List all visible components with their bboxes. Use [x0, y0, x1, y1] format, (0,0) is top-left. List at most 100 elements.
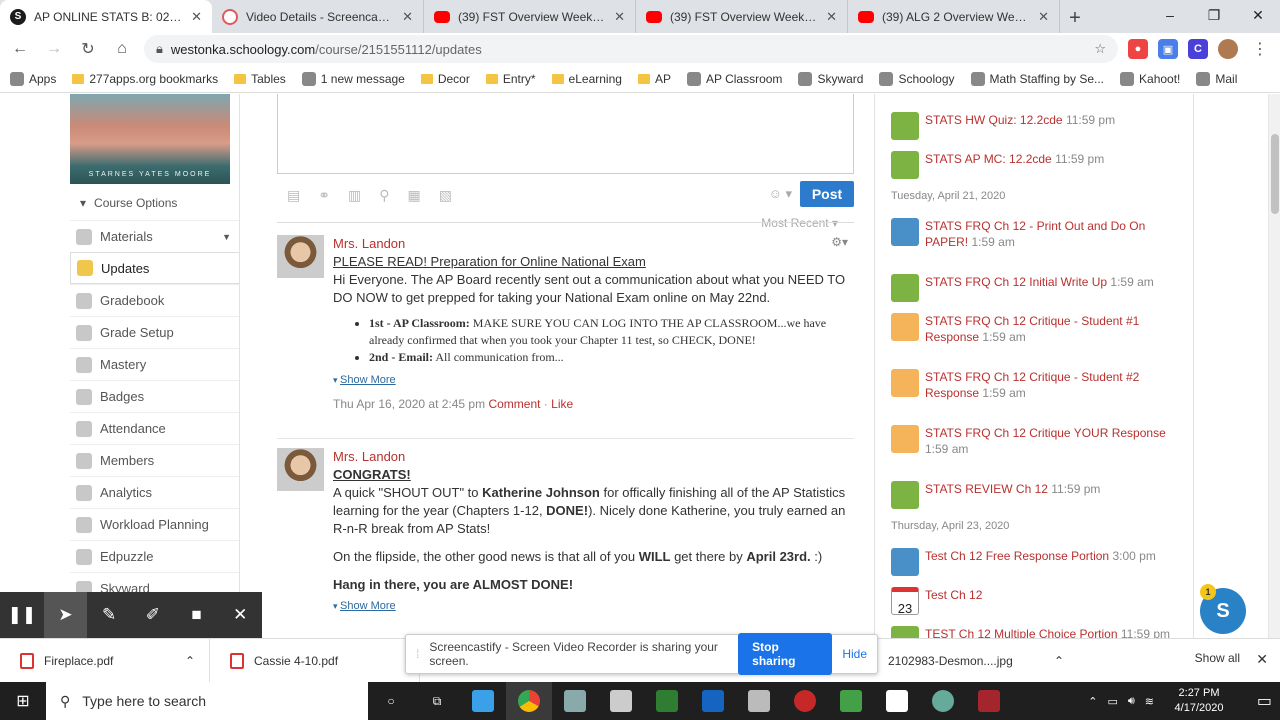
- nav-item-workload-planning[interactable]: Workload Planning: [70, 508, 239, 540]
- bookmark-item[interactable]: 277apps.org bookmarks: [72, 72, 218, 86]
- close-icon[interactable]: ✕: [218, 592, 262, 638]
- bookmark-item[interactable]: Entry*: [485, 72, 536, 86]
- chevron-up-icon[interactable]: ⌃: [1088, 695, 1097, 708]
- nav-item-attendance[interactable]: Attendance: [70, 412, 239, 444]
- bookmark-item[interactable]: Schoology: [879, 71, 955, 86]
- nav-item-updates[interactable]: Updates: [70, 252, 239, 284]
- upcoming-item[interactable]: STATS REVIEW Ch 12 11:59 pm: [891, 481, 1181, 509]
- pause-icon[interactable]: ❚❚: [0, 592, 44, 638]
- battery-icon[interactable]: ▭: [1107, 695, 1117, 708]
- upcoming-item[interactable]: STATS FRQ Ch 12 Critique YOUR Response 1…: [891, 425, 1181, 457]
- download-item[interactable]: Fireplace.pdf ⌃: [0, 638, 210, 683]
- forward-arrow-icon[interactable]: →: [42, 37, 66, 61]
- chevron-up-icon[interactable]: ⌃: [1054, 654, 1064, 668]
- extension-icon[interactable]: ▣: [1158, 39, 1178, 59]
- volume-icon[interactable]: 🔊︎: [1128, 695, 1135, 708]
- pin-icon[interactable]: ⚲: [379, 187, 389, 204]
- access-icon[interactable]: [966, 682, 1012, 720]
- browser-tab[interactable]: (39) FST Overview Week 4: 3rd ✕: [424, 0, 636, 33]
- close-tab-icon[interactable]: ✕: [826, 9, 837, 25]
- chrome-icon[interactable]: [506, 682, 552, 720]
- bookmark-item[interactable]: Mail: [1196, 71, 1237, 86]
- post-author[interactable]: Mrs. Landon: [333, 448, 853, 466]
- browser-tab[interactable]: Video Details - Screencastify ✕: [212, 0, 424, 33]
- upcoming-item[interactable]: 23 Test Ch 12: [891, 587, 1181, 616]
- download-item[interactable]: Cassie 4-10.pdf: [210, 638, 420, 683]
- close-tab-icon[interactable]: ✕: [402, 9, 413, 25]
- upcoming-item[interactable]: STATS FRQ Ch 12 Critique - Student #2 Re…: [891, 369, 1181, 401]
- close-tab-icon[interactable]: ✕: [191, 9, 202, 25]
- bookmark-item[interactable]: 1 new message: [301, 71, 405, 86]
- avatar[interactable]: [277, 235, 324, 278]
- address-bar[interactable]: 🔒︎ westonka.schoology.com/course/2151551…: [144, 35, 1118, 63]
- back-arrow-icon[interactable]: ←: [8, 37, 32, 61]
- upcoming-item[interactable]: STATS FRQ Ch 12 Critique - Student #1 Re…: [891, 313, 1181, 345]
- app-icon[interactable]: [552, 682, 598, 720]
- app-icon[interactable]: [920, 682, 966, 720]
- post-author[interactable]: Mrs. Landon: [333, 235, 853, 253]
- wifi-icon[interactable]: ≋: [1145, 695, 1154, 708]
- browser-tab[interactable]: (39) ALG 2 Overview Week 4 - ✕: [848, 0, 1060, 33]
- update-editor[interactable]: [277, 94, 854, 174]
- home-icon[interactable]: ⌂: [110, 37, 134, 61]
- clock[interactable]: 2:27 PM 4/17/2020: [1164, 686, 1234, 716]
- app-icon[interactable]: [736, 682, 782, 720]
- show-more-link[interactable]: Show More: [340, 374, 396, 386]
- cortana-icon[interactable]: ○: [368, 682, 414, 720]
- nav-item-analytics[interactable]: Analytics: [70, 476, 239, 508]
- upcoming-item[interactable]: STATS HW Quiz: 12.2cde 11:59 pm: [891, 112, 1181, 140]
- hide-button[interactable]: Hide: [842, 647, 867, 661]
- upcoming-item[interactable]: STATS AP MC: 12.2cde 11:59 pm: [891, 151, 1181, 179]
- browser-tab[interactable]: S AP ONLINE STATS B: 0230/01 - ✕: [0, 0, 212, 33]
- course-options[interactable]: ▾ Course Options: [70, 184, 239, 220]
- windows-start-icon[interactable]: ⊞: [0, 682, 46, 720]
- nav-item-badges[interactable]: Badges: [70, 380, 239, 412]
- upcoming-item[interactable]: TEST Ch 12 Multiple Choice Portion 11:59…: [891, 626, 1181, 638]
- nav-item-materials[interactable]: Materials ▼: [70, 220, 239, 252]
- notifications-icon[interactable]: ▭: [1257, 691, 1272, 711]
- app-icon[interactable]: [598, 682, 644, 720]
- app-icon[interactable]: [782, 682, 828, 720]
- poll-icon[interactable]: ▦: [407, 187, 420, 204]
- media-icon[interactable]: ▧: [439, 187, 452, 204]
- comment-link[interactable]: Comment: [488, 397, 540, 411]
- extension-icon[interactable]: ●: [1128, 39, 1148, 59]
- close-window-icon[interactable]: ✕: [1236, 0, 1280, 30]
- upcoming-item[interactable]: STATS FRQ Ch 12 Initial Write Up 1:59 am: [891, 274, 1181, 302]
- close-tab-icon[interactable]: ✕: [614, 9, 625, 25]
- camera-icon[interactable]: ■: [175, 592, 219, 638]
- profile-avatar[interactable]: [1218, 39, 1238, 59]
- new-tab-icon[interactable]: +: [1060, 3, 1090, 33]
- attach-file-icon[interactable]: ▤: [287, 187, 300, 204]
- nav-item-mastery[interactable]: Mastery: [70, 348, 239, 380]
- link-icon[interactable]: ⚭: [318, 187, 330, 204]
- stop-sharing-button[interactable]: Stop sharing: [738, 633, 833, 675]
- bookmark-item[interactable]: AP Classroom: [686, 71, 782, 86]
- bookmark-item[interactable]: AP: [637, 72, 671, 86]
- scrollbar-thumb[interactable]: [1271, 134, 1279, 214]
- extension-icon[interactable]: C: [1188, 39, 1208, 59]
- like-link[interactable]: Like: [551, 397, 573, 411]
- taskbar-search[interactable]: ⚲ Type here to search: [46, 682, 368, 720]
- menu-kebab-icon[interactable]: ⋮: [1248, 37, 1272, 61]
- highlighter-icon[interactable]: ✐: [131, 592, 175, 638]
- bookmark-item[interactable]: Tables: [234, 72, 286, 86]
- dropbox-icon[interactable]: [874, 682, 920, 720]
- show-more-link[interactable]: Show More: [340, 600, 396, 612]
- browser-tab[interactable]: (39) FST Overview Week 4: 4th ✕: [636, 0, 848, 33]
- app-icon[interactable]: [460, 682, 506, 720]
- caret-down-icon[interactable]: ▼: [222, 232, 231, 242]
- task-view-icon[interactable]: ⧉: [414, 682, 460, 720]
- bookmark-star-icon[interactable]: ☆: [1094, 41, 1106, 57]
- resource-icon[interactable]: ▥: [348, 187, 361, 204]
- bookmark-item[interactable]: eLearning: [551, 72, 622, 86]
- reload-icon[interactable]: ↻: [76, 37, 100, 61]
- bookmark-item[interactable]: Kahoot!: [1120, 71, 1180, 86]
- show-all-button[interactable]: Show all: [1195, 651, 1240, 665]
- upcoming-item[interactable]: STATS FRQ Ch 12 - Print Out and Do On PA…: [891, 218, 1181, 250]
- download-item[interactable]: 2102983-Desmon....jpg ⌃: [868, 639, 1078, 683]
- bookmark-item[interactable]: Math Staffing by Se...: [970, 71, 1104, 86]
- sort-dropdown[interactable]: Most Recent ▾: [761, 216, 838, 230]
- upcoming-item[interactable]: Test Ch 12 Free Response Portion 3:00 pm: [891, 548, 1181, 576]
- bookmark-item[interactable]: Skyward: [798, 71, 863, 86]
